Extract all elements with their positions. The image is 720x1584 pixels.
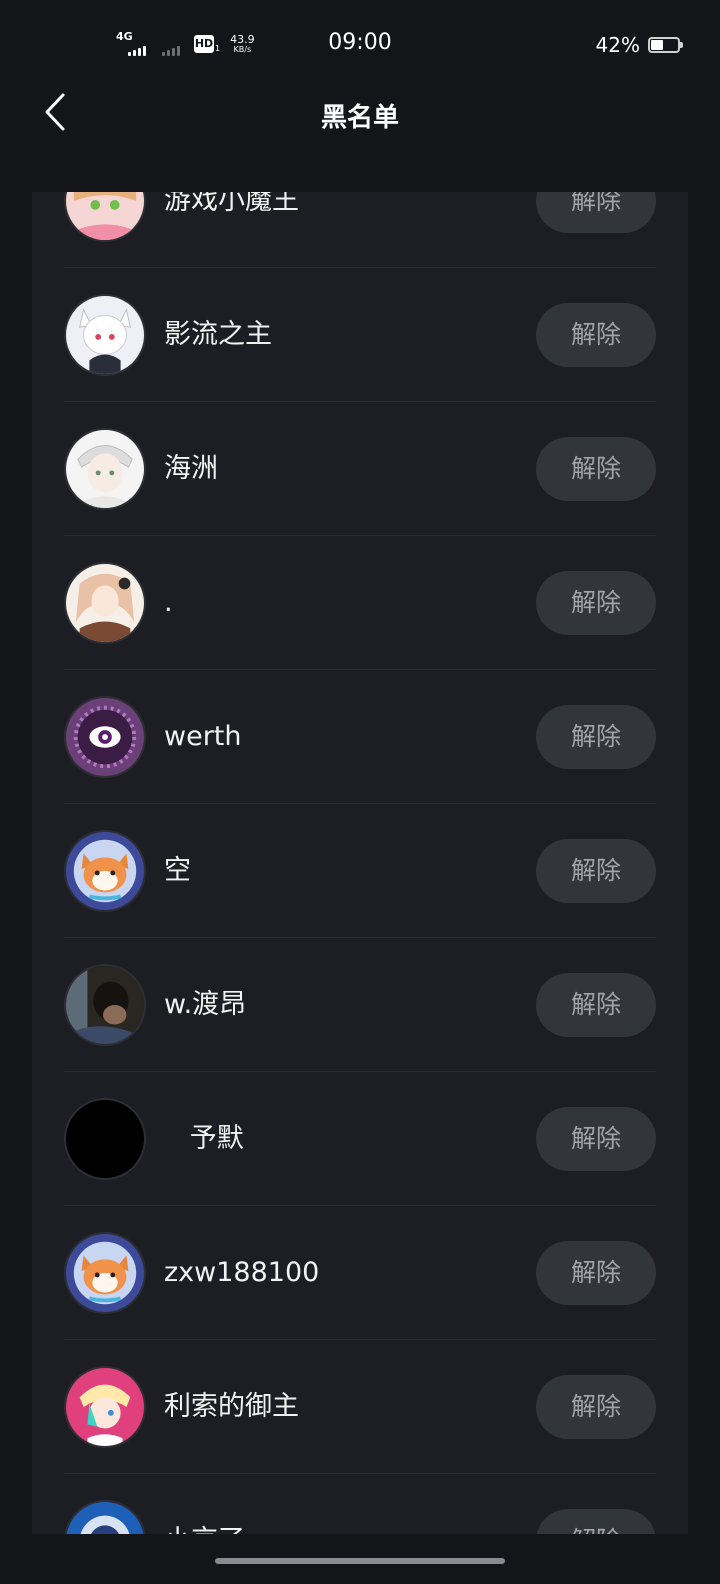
list-item: 影流之主 解除 <box>32 268 688 402</box>
unblock-button[interactable]: 解除 <box>536 1375 656 1439</box>
list-item: zxw188100 解除 <box>32 1206 688 1340</box>
black-avatar <box>66 1100 144 1178</box>
avatar[interactable] <box>64 1098 146 1180</box>
unblock-button[interactable]: 解除 <box>536 1509 656 1534</box>
shiba-dog-avatar <box>66 832 144 910</box>
page-title: 黑名单 <box>320 103 399 133</box>
username: werth <box>164 721 242 752</box>
avatar[interactable] <box>64 830 146 912</box>
list-item: 小京了 解除 <box>32 1474 688 1534</box>
avatar[interactable] <box>64 562 146 644</box>
avatar[interactable] <box>64 428 146 510</box>
avatar[interactable] <box>64 1232 146 1314</box>
blacklist-screen: 4G HD 1 43.9 KB/s 09:00 42% 黑名单 游戏小魔王 解除… <box>0 0 720 1584</box>
shiba-dog-avatar <box>66 1234 144 1312</box>
list-item: w.渡昂 解除 <box>32 938 688 1072</box>
list-item: . 解除 <box>32 536 688 670</box>
photo-person-avatar <box>66 966 144 1044</box>
list-item: werth 解除 <box>32 670 688 804</box>
purple-eye-avatar <box>66 698 144 776</box>
battery-icon <box>648 37 683 53</box>
avatar[interactable] <box>64 1500 146 1534</box>
username: 影流之主 <box>164 319 272 350</box>
battery-percent: 42% <box>595 33 640 57</box>
status-bar: 4G HD 1 43.9 KB/s 09:00 42% <box>0 0 720 90</box>
avatar[interactable] <box>64 294 146 376</box>
white-hair-boy-avatar <box>66 430 144 508</box>
blacklist-list: 游戏小魔王 解除 影流之主 解除 海洲 解除 . 解除 werth 解除 空 解… <box>32 192 688 1534</box>
blue-circle-avatar <box>66 1502 144 1534</box>
unblock-button[interactable]: 解除 <box>536 1241 656 1305</box>
unblock-button[interactable]: 解除 <box>536 303 656 367</box>
unblock-button[interactable]: 解除 <box>536 571 656 635</box>
list-item: 游戏小魔王 解除 <box>32 192 688 268</box>
list-item: 利索的御主 解除 <box>32 1340 688 1474</box>
battery-fill <box>651 40 663 50</box>
unblock-button[interactable]: 解除 <box>536 973 656 1037</box>
anime-girl-brown-avatar <box>66 564 144 642</box>
blacklist-panel[interactable]: 游戏小魔王 解除 影流之主 解除 海洲 解除 . 解除 werth 解除 空 解… <box>32 192 688 1534</box>
username: . <box>164 587 173 618</box>
home-indicator[interactable] <box>215 1558 505 1564</box>
white-cat-boy-avatar <box>66 296 144 374</box>
list-item: 予默 解除 <box>32 1072 688 1206</box>
username: 小京了 <box>164 1474 245 1534</box>
unblock-button[interactable]: 解除 <box>536 192 656 233</box>
username: zxw188100 <box>164 1257 320 1288</box>
avatar[interactable] <box>64 1366 146 1448</box>
avatar[interactable] <box>64 696 146 778</box>
unblock-button[interactable]: 解除 <box>536 839 656 903</box>
username: w.渡昂 <box>164 989 247 1020</box>
anime-pink-green-avatar <box>66 1368 144 1446</box>
unblock-button[interactable]: 解除 <box>536 705 656 769</box>
avatar[interactable] <box>64 192 146 242</box>
unblock-button[interactable]: 解除 <box>536 437 656 501</box>
anime-girl-pink-avatar <box>66 192 144 240</box>
list-item: 空 解除 <box>32 804 688 938</box>
unblock-button[interactable]: 解除 <box>536 1107 656 1171</box>
username: 空 <box>164 855 191 886</box>
username: 利索的御主 <box>164 1391 299 1422</box>
list-item: 海洲 解除 <box>32 402 688 536</box>
username: 予默 <box>164 1123 244 1154</box>
username: 海洲 <box>164 453 218 484</box>
status-right: 42% <box>595 33 683 57</box>
username: 游戏小魔王 <box>164 192 299 216</box>
top-bar: 黑名单 <box>0 90 720 192</box>
avatar[interactable] <box>64 964 146 1046</box>
